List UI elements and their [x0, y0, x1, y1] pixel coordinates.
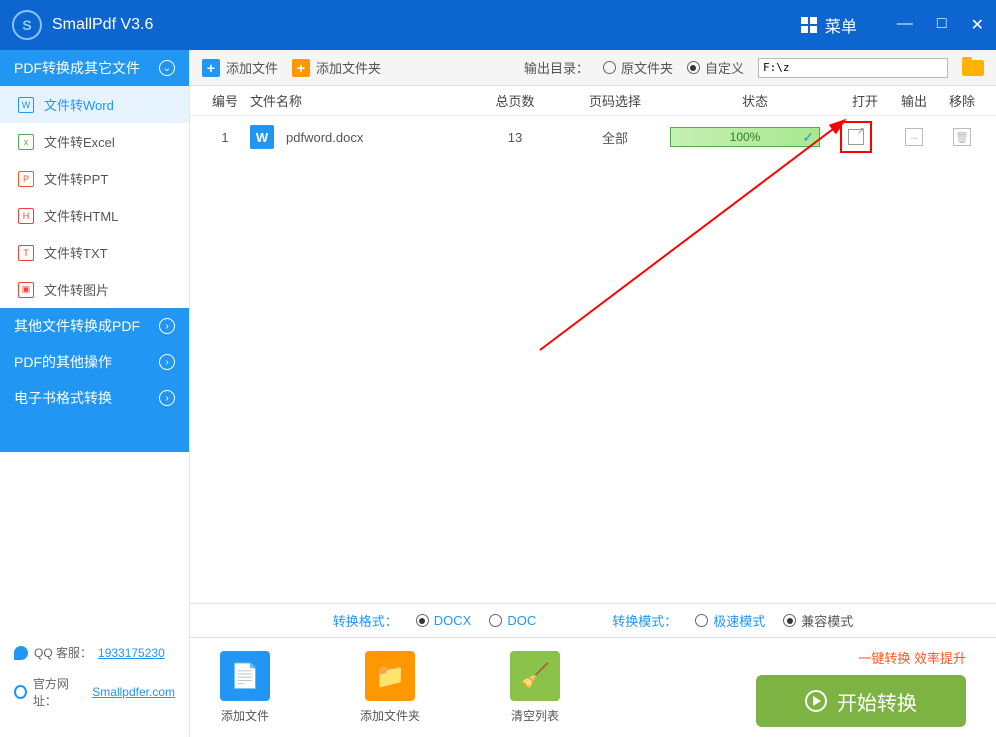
ie-icon: [14, 685, 27, 699]
maximize-button[interactable]: □: [937, 15, 947, 35]
sidebar-header-pdf-ops[interactable]: PDF的其他操作›: [0, 344, 189, 380]
big-add-file-button[interactable]: 📄添加文件: [220, 651, 270, 724]
open-file-button[interactable]: [840, 121, 872, 153]
radio-checked-icon: [416, 614, 429, 627]
image-icon: ▣: [18, 282, 34, 298]
table-header: 编号 文件名称 总页数 页码选择 状态 打开 输出 移除: [190, 86, 996, 116]
txt-icon: T: [18, 245, 34, 261]
radio-original-folder[interactable]: 原文件夹: [603, 58, 673, 77]
col-remove: 移除: [938, 91, 986, 110]
radio-docx[interactable]: DOCX: [416, 613, 472, 628]
sidebar-item-excel[interactable]: x文件转Excel: [0, 123, 189, 160]
sidebar-header-main[interactable]: PDF转换成其它文件 ⌄: [0, 50, 189, 86]
sidebar-item-html[interactable]: H文件转HTML: [0, 197, 189, 234]
output-path-input[interactable]: [758, 58, 948, 78]
plus-icon: +: [202, 59, 220, 77]
radio-checked-icon: [687, 61, 700, 74]
add-folder-button[interactable]: +添加文件夹: [292, 58, 381, 77]
radio-icon: [695, 614, 708, 627]
titlebar: S SmallPdf V3.6 菜单 — □ ✕: [0, 0, 996, 50]
site-link[interactable]: Smallpdfer.com: [92, 685, 175, 699]
radio-icon: [489, 614, 502, 627]
sidebar-item-image[interactable]: ▣文件转图片: [0, 271, 189, 308]
grid-icon: [801, 17, 817, 33]
col-range: 页码选择: [560, 91, 670, 110]
col-pages: 总页数: [470, 91, 560, 110]
col-name: 文件名称: [250, 91, 470, 110]
external-link-icon: [848, 129, 864, 145]
big-add-folder-button[interactable]: 📁添加文件夹: [360, 651, 420, 724]
format-label: 转换格式：: [333, 611, 398, 630]
row-range[interactable]: 全部: [560, 128, 670, 147]
sidebar-item-ppt[interactable]: P文件转PPT: [0, 160, 189, 197]
sidebar: PDF转换成其它文件 ⌄ W文件转Word x文件转Excel P文件转PPT …: [0, 50, 190, 737]
radio-custom-folder[interactable]: 自定义: [687, 58, 744, 77]
tagline: 一键转换 效率提升: [756, 648, 966, 667]
col-num: 编号: [200, 91, 250, 110]
row-pages: 13: [470, 130, 560, 145]
ppt-icon: P: [18, 171, 34, 187]
delete-button[interactable]: 🗑: [953, 128, 971, 146]
qq-icon: [14, 646, 28, 660]
excel-icon: x: [18, 134, 34, 150]
app-title: SmallPdf V3.6: [52, 16, 801, 34]
sidebar-spacer: [0, 416, 189, 452]
sidebar-item-txt[interactable]: T文件转TXT: [0, 234, 189, 271]
radio-fast-mode[interactable]: 极速模式: [695, 611, 765, 630]
progress-bar: 100%✓: [670, 127, 820, 147]
row-num: 1: [200, 130, 250, 145]
app-logo-icon: S: [12, 10, 42, 40]
minimize-button[interactable]: —: [897, 15, 913, 35]
html-icon: H: [18, 208, 34, 224]
broom-icon: 🧹: [510, 651, 560, 701]
sidebar-footer: QQ 客服：1933175230 官方网址：Smallpdfer.com: [0, 630, 189, 737]
play-icon: [805, 690, 827, 712]
word-file-icon: W: [250, 125, 274, 149]
col-open: 打开: [840, 91, 890, 110]
big-clear-button[interactable]: 🧹清空列表: [510, 651, 560, 724]
content-area: +添加文件 +添加文件夹 输出目录： 原文件夹 自定义 编号 文件名称 总页数 …: [190, 50, 996, 737]
radio-checked-icon: [783, 614, 796, 627]
check-icon: ✓: [802, 129, 814, 146]
mode-label: 转换模式：: [612, 611, 677, 630]
col-status: 状态: [670, 91, 840, 110]
chevron-right-icon: ›: [159, 354, 175, 370]
col-output: 输出: [890, 91, 938, 110]
close-button[interactable]: ✕: [971, 15, 984, 35]
menu-label: 菜单: [825, 13, 857, 37]
chevron-right-icon: ›: [159, 390, 175, 406]
browse-folder-button[interactable]: [962, 60, 984, 76]
add-file-button[interactable]: +添加文件: [202, 58, 278, 77]
file-name: pdfword.docx: [286, 130, 363, 145]
radio-compat-mode[interactable]: 兼容模式: [783, 611, 853, 630]
sidebar-item-word[interactable]: W文件转Word: [0, 86, 189, 123]
format-bar: 转换格式： DOCX DOC 转换模式： 极速模式 兼容模式: [190, 603, 996, 637]
output-label: 输出目录：: [524, 58, 589, 77]
chevron-right-icon: ›: [159, 318, 175, 334]
table-row: 1 Wpdfword.docx 13 全部 100%✓ → 🗑: [190, 116, 996, 158]
start-convert-button[interactable]: 开始转换: [756, 675, 966, 727]
word-icon: W: [18, 97, 34, 113]
document-add-icon: 📄: [220, 651, 270, 701]
sidebar-header-other-to-pdf[interactable]: 其他文件转换成PDF›: [0, 308, 189, 344]
radio-doc[interactable]: DOC: [489, 613, 536, 628]
qq-link[interactable]: 1933175230: [98, 646, 165, 660]
folder-add-icon: 📁: [365, 651, 415, 701]
plus-icon: +: [292, 59, 310, 77]
toolbar: +添加文件 +添加文件夹 输出目录： 原文件夹 自定义: [190, 50, 996, 86]
output-button[interactable]: →: [905, 128, 923, 146]
bottom-bar: 📄添加文件 📁添加文件夹 🧹清空列表 一键转换 效率提升 开始转换: [190, 637, 996, 737]
sidebar-header-ebook[interactable]: 电子书格式转换›: [0, 380, 189, 416]
radio-icon: [603, 61, 616, 74]
menu-button[interactable]: 菜单: [801, 13, 857, 37]
chevron-down-icon: ⌄: [159, 60, 175, 76]
